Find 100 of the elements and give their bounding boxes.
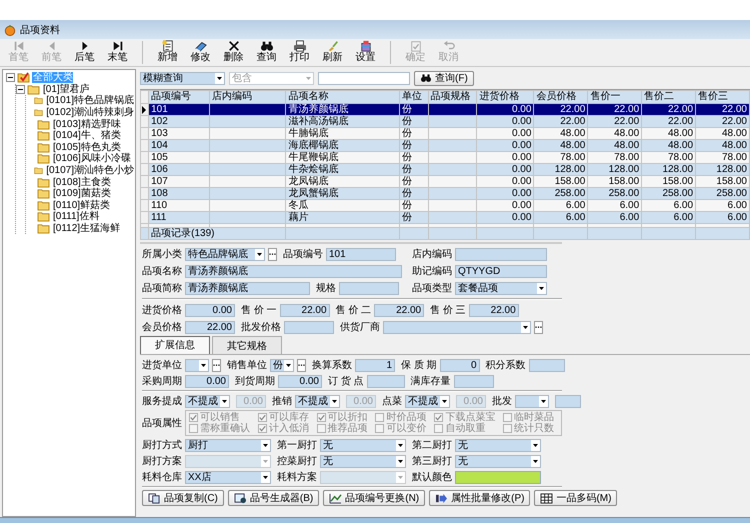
table-row[interactable]: 106 牛杂烩锅底 份 0.00 128.00 128.00 128.00 128.00: [140, 164, 750, 176]
dropdown[interactable]: 不提成: [405, 394, 450, 408]
tab[interactable]: 扩展信息: [140, 336, 210, 354]
dropdown[interactable]: 无: [455, 454, 541, 468]
text-field[interactable]: 0: [440, 358, 480, 372]
dropdown[interactable]: 不提成: [185, 394, 230, 408]
toolbar-button[interactable]: 设置: [349, 39, 382, 66]
tree-item[interactable]: [0108]主食类: [52, 176, 112, 188]
folder-check-icon[interactable]: [17, 72, 30, 84]
more-button[interactable]: [297, 358, 306, 372]
toolbar-button[interactable]: 末笔: [101, 39, 134, 66]
column-header[interactable]: 售价二: [642, 90, 696, 104]
dropdown[interactable]: [185, 358, 209, 372]
color-swatch[interactable]: [455, 470, 541, 484]
table-row[interactable]: 108 龙凤蟹锅底 份 0.00 258.00 258.00 258.00 258.00: [140, 188, 750, 200]
column-header[interactable]: 售价三: [696, 90, 750, 104]
text-field[interactable]: [366, 374, 405, 388]
table-row[interactable]: 101 青汤养颜锅底 份 0.00 22.00 22.00 22.00 22.00: [140, 104, 750, 116]
text-field[interactable]: 22.00: [468, 304, 519, 316]
text-field[interactable]: 0.00: [278, 374, 322, 388]
checked-checkbox[interactable]: [434, 413, 444, 422]
tree-item[interactable]: [0112]生猛海鲜: [52, 223, 122, 234]
table-row[interactable]: 110 冬瓜 份 0.00 6.00 6.00 6.00 6.00: [140, 200, 750, 212]
text-field[interactable]: [284, 320, 334, 334]
toolbar-button[interactable]: 打印: [283, 39, 316, 66]
tree-item[interactable]: [0106]风味小冷碟: [52, 153, 132, 164]
tree-item[interactable]: [0103]精选野味: [52, 118, 122, 130]
tree-item[interactable]: [0104]牛、猪类: [52, 130, 122, 142]
column-header[interactable]: 会员价格: [534, 90, 588, 104]
tree-item[interactable]: [0111]佐料: [52, 211, 100, 222]
toolbar-button[interactable]: 查询: [250, 39, 283, 66]
text-field[interactable]: 1: [355, 358, 395, 372]
tree-item[interactable]: [0101]特色品牌锅底: [45, 95, 135, 106]
more-button[interactable]: [534, 320, 543, 334]
checkbox[interactable]: [316, 424, 326, 433]
text-field[interactable]: 22.00: [185, 320, 235, 334]
tree-item[interactable]: [0102]潮汕特辣刺身: [45, 107, 135, 118]
checkbox[interactable]: [503, 413, 512, 422]
more-button[interactable]: [212, 358, 221, 372]
table-row[interactable]: 103 牛腩锅底 份 0.00 48.00 48.00 48.00 48.00: [140, 128, 750, 140]
tree-item[interactable]: [0109]菌菇类: [52, 188, 112, 200]
dropdown[interactable]: 份: [270, 358, 294, 372]
table-row[interactable]: 111 藕片 份 0.00 6.00 6.00 6.00 6.00: [140, 212, 750, 224]
table-row[interactable]: 104 海底椰锅底 份 0.00 48.00 48.00 48.00 48.00: [140, 140, 750, 152]
tree-item[interactable]: [0105]特色丸类: [52, 142, 122, 153]
table-row[interactable]: 105 牛尾鞭锅底 份 0.00 78.00 78.00 78.00 78.00: [140, 152, 750, 164]
tree-item[interactable]: [0110]鲜菇类: [52, 200, 112, 211]
text-field[interactable]: 0.00: [185, 304, 235, 316]
action-button[interactable]: 品号生成器(B): [228, 490, 320, 506]
action-button[interactable]: 品项复制(C): [142, 490, 224, 506]
toolbar-button[interactable]: 新增: [151, 39, 184, 66]
text-field[interactable]: [339, 282, 399, 294]
text-field[interactable]: [528, 358, 565, 372]
column-header[interactable]: 售价一: [588, 90, 642, 104]
text-field[interactable]: [454, 374, 494, 388]
text-field[interactable]: [555, 394, 581, 408]
more-button[interactable]: [268, 248, 277, 260]
text-field[interactable]: 22.00: [280, 304, 330, 316]
dropdown[interactable]: 厨打: [185, 438, 271, 452]
text-field[interactable]: 青汤养颜锅底: [185, 282, 310, 294]
checkbox[interactable]: [503, 424, 512, 433]
checkbox[interactable]: [375, 413, 384, 422]
action-button[interactable]: 属性批量修改(P): [429, 490, 530, 506]
dropdown[interactable]: 模糊查询: [140, 72, 225, 84]
table-row[interactable]: 102 滋补高汤锅底 份 0.00 22.00 22.00 22.00 22.00: [140, 116, 750, 128]
table-row[interactable]: 107 龙凤锅底 份 0.00 158.00 158.00 158.00 158.00: [140, 176, 750, 188]
tab[interactable]: 其它规格: [212, 336, 282, 354]
action-button[interactable]: 一品多码(M): [534, 490, 618, 506]
column-header[interactable]: 品项名称: [286, 90, 400, 104]
tree-item[interactable]: [0107]潮汕特色小炒: [45, 165, 135, 176]
text-field[interactable]: QTYYGD: [455, 264, 547, 278]
search-button[interactable]: 查询(F): [414, 70, 474, 86]
dropdown[interactable]: 无: [455, 438, 541, 452]
column-header[interactable]: 品项编号: [148, 90, 210, 104]
column-header[interactable]: 店内编码: [210, 90, 286, 104]
checked-checkbox[interactable]: [258, 413, 267, 422]
toolbar-button[interactable]: 刷新: [316, 39, 349, 66]
toolbar-button[interactable]: 后笔: [68, 39, 101, 66]
text-field[interactable]: 0.00: [185, 374, 229, 388]
toolbar-button[interactable]: 修改: [184, 39, 217, 66]
checkbox[interactable]: [434, 424, 444, 433]
dropdown[interactable]: 无: [320, 454, 406, 468]
collapse-icon[interactable]: [16, 84, 25, 94]
text-field[interactable]: 22.00: [374, 304, 424, 316]
column-header[interactable]: 进货价格: [476, 90, 534, 104]
toolbar-button[interactable]: 删除: [217, 39, 250, 66]
collapse-icon[interactable]: [6, 73, 15, 82]
dropdown[interactable]: 无: [320, 438, 406, 452]
column-header[interactable]: 品项规格: [428, 90, 477, 104]
action-button[interactable]: 品项编号更换(N): [323, 490, 426, 506]
column-header[interactable]: 单位: [400, 90, 428, 104]
text-field[interactable]: [455, 248, 547, 260]
checkbox[interactable]: [189, 424, 198, 433]
checkbox[interactable]: [375, 424, 384, 433]
dropdown[interactable]: 不提成: [295, 394, 340, 408]
search-field[interactable]: [318, 72, 410, 84]
checked-checkbox[interactable]: [258, 424, 267, 433]
dropdown[interactable]: 套餐品项: [455, 282, 547, 294]
checked-checkbox[interactable]: [189, 413, 198, 422]
checked-checkbox[interactable]: [316, 413, 326, 422]
